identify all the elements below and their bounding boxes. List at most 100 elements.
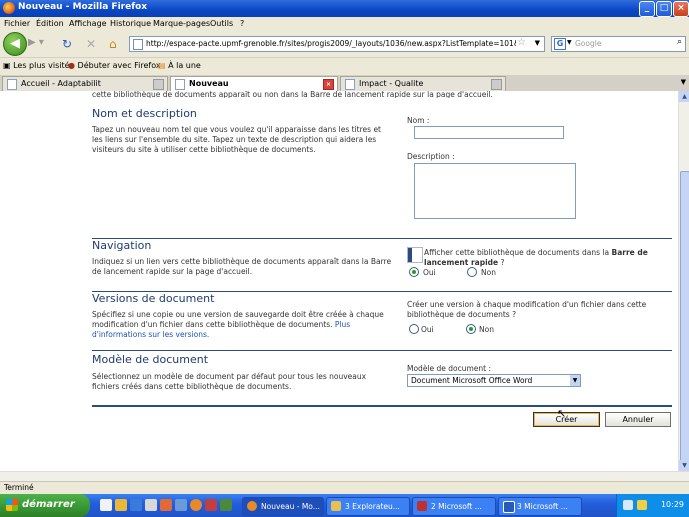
- system-tray: 10:29: [616, 494, 689, 517]
- folder-icon: [331, 501, 341, 511]
- template-select[interactable]: Document Microsoft Office Word ▼: [407, 374, 581, 387]
- back-button[interactable]: ◀: [3, 32, 27, 56]
- page-content: cette bibliothèque de documents apparaît…: [0, 91, 678, 471]
- word-icon: [503, 501, 515, 513]
- menu-edition[interactable]: Édition: [36, 19, 64, 28]
- reload-icon[interactable]: ↻: [62, 37, 72, 51]
- quicklaunch-app-icon[interactable]: [160, 499, 172, 511]
- question-prefix: Afficher cette bibliothèque de documents…: [424, 248, 612, 257]
- minimize-button[interactable]: _: [639, 1, 655, 17]
- scrollbar-thumb[interactable]: [680, 171, 689, 463]
- bookmarks-bar: ▣ Les plus visités ● Débuter avec Firefo…: [0, 58, 689, 74]
- task-explorer[interactable]: 3 Explorateu...: [326, 497, 410, 516]
- description-textarea[interactable]: [414, 163, 576, 219]
- chevron-down-icon[interactable]: ▼: [570, 375, 580, 386]
- search-placeholder: Google: [575, 39, 602, 48]
- versions-radio-oui[interactable]: [409, 324, 419, 334]
- window-title: Nouveau - Mozilla Firefox: [18, 2, 148, 12]
- close-tab-icon[interactable]: [491, 79, 502, 90]
- bookmark-star-icon[interactable]: ☆: [517, 37, 526, 48]
- close-window-button[interactable]: ×: [673, 1, 689, 17]
- maximize-button[interactable]: □: [656, 1, 672, 17]
- tab-nouveau[interactable]: Nouveau ×: [170, 76, 338, 91]
- windows-logo-icon: [6, 499, 18, 511]
- versions-section-description: Spécifiez si une copie ou une version de…: [92, 310, 384, 340]
- create-button[interactable]: Créer: [533, 412, 600, 427]
- tab-impact[interactable]: Impact - Qualite: [340, 76, 506, 91]
- template-section-description: Sélectionnez un modèle de document par d…: [92, 372, 367, 391]
- tab-label: Impact - Qualite: [359, 79, 424, 88]
- scroll-down-icon[interactable]: ▼: [679, 460, 689, 471]
- status-text: Terminé: [4, 483, 34, 492]
- name-section-title: Nom et description: [92, 107, 197, 120]
- description-label: Description :: [407, 152, 455, 161]
- navigation-radio-oui[interactable]: [409, 267, 419, 277]
- quicklaunch-app-icon[interactable]: [175, 499, 187, 511]
- page-icon: [133, 39, 143, 50]
- start-label: démarrer: [22, 499, 75, 510]
- task-microsoft-2[interactable]: 2 Microsoft ...: [412, 497, 496, 516]
- menu-affichage[interactable]: Affichage: [69, 19, 107, 28]
- tray-app-icon[interactable]: [637, 500, 647, 510]
- versions-non-label: Non: [479, 325, 494, 334]
- taskbar: démarrer Nouveau - Mo... 3 Explorateu...…: [0, 494, 689, 517]
- bookmark-label: Débuter avec Firefox: [77, 61, 161, 70]
- versions-question: Créer une version à chaque modification …: [407, 300, 647, 319]
- bookmark-debuter-firefox[interactable]: ● Débuter avec Firefox: [68, 61, 161, 70]
- scroll-up-icon[interactable]: ▲: [679, 91, 689, 102]
- start-button[interactable]: démarrer: [0, 494, 90, 517]
- name-input[interactable]: [414, 126, 564, 139]
- tab-accueil[interactable]: Accueil - Adaptabilit: [2, 76, 168, 91]
- navigation-non-label: Non: [481, 268, 496, 277]
- title-bar: Nouveau - Mozilla Firefox _ □ ×: [0, 0, 689, 17]
- quicklaunch-desktop-icon[interactable]: [100, 499, 112, 511]
- search-icon[interactable]: ⌕: [677, 37, 682, 47]
- page-icon: [175, 79, 185, 90]
- menu-marque-pages[interactable]: Marque-pages: [153, 19, 210, 28]
- template-section-title: Modèle de document: [92, 353, 209, 366]
- close-tab-icon[interactable]: ×: [323, 79, 334, 90]
- url-bar[interactable]: http://espace-pacte.upmf-grenoble.fr/sit…: [129, 36, 545, 52]
- mouse-cursor-icon: ↖: [557, 407, 567, 420]
- tab-list-dropdown-icon[interactable]: ▼: [681, 78, 686, 86]
- tab-label: Nouveau: [189, 79, 229, 88]
- quicklaunch-app-icon[interactable]: [145, 499, 157, 511]
- menu-outils[interactable]: Outils: [210, 19, 233, 28]
- page-icon: [345, 79, 355, 90]
- google-icon[interactable]: G: [554, 38, 566, 50]
- stop-icon[interactable]: ✕: [86, 37, 96, 51]
- quicklaunch-ie-icon[interactable]: [130, 499, 142, 511]
- template-selected-value: Document Microsoft Office Word: [411, 376, 533, 385]
- versions-radio-non[interactable]: [466, 324, 476, 334]
- rss-icon: ▤: [158, 61, 166, 70]
- navigation-radio-non[interactable]: [467, 267, 477, 277]
- close-tab-icon[interactable]: [153, 79, 164, 90]
- tray-network-icon[interactable]: [623, 500, 633, 510]
- quicklaunch-app-icon[interactable]: [220, 499, 232, 511]
- quicklaunch-app-icon[interactable]: [205, 499, 217, 511]
- menu-help[interactable]: ?: [240, 19, 244, 28]
- home-icon[interactable]: ⌂: [109, 37, 117, 51]
- quicklaunch-folder-icon[interactable]: [115, 499, 127, 511]
- task-label: 2 Microsoft ...: [431, 502, 482, 511]
- section-divider: [92, 350, 672, 351]
- bookmark-plus-visites[interactable]: ▣ Les plus visités: [3, 61, 74, 70]
- forward-button[interactable]: ▶ ▾: [28, 37, 44, 48]
- versions-section-title: Versions de document: [92, 292, 215, 305]
- cancel-button[interactable]: Annuler: [605, 412, 671, 427]
- url-dropdown-icon[interactable]: ▼: [535, 39, 540, 47]
- search-engine-dropdown-icon[interactable]: ▼: [567, 39, 572, 46]
- menu-fichier[interactable]: Fichier: [4, 19, 30, 28]
- menu-bar: Fichier Édition Affichage Historique Mar…: [0, 17, 689, 30]
- status-bar: Terminé: [0, 481, 689, 494]
- task-firefox[interactable]: Nouveau - Mo...: [242, 497, 324, 516]
- vertical-scrollbar[interactable]: ▲ ▼: [678, 91, 689, 471]
- navigation-section-title: Navigation: [92, 239, 152, 252]
- task-label: 3 Microsoft ...: [517, 502, 568, 511]
- bookmark-a-la-une[interactable]: ▤ À la une: [158, 61, 201, 70]
- menu-historique[interactable]: Historique: [110, 19, 151, 28]
- firefox-icon: ●: [68, 61, 75, 70]
- search-box[interactable]: G ▼ Google ⌕: [551, 36, 686, 52]
- quicklaunch-firefox-icon[interactable]: [190, 499, 202, 511]
- task-microsoft-3[interactable]: 3 Microsoft ...: [498, 497, 582, 516]
